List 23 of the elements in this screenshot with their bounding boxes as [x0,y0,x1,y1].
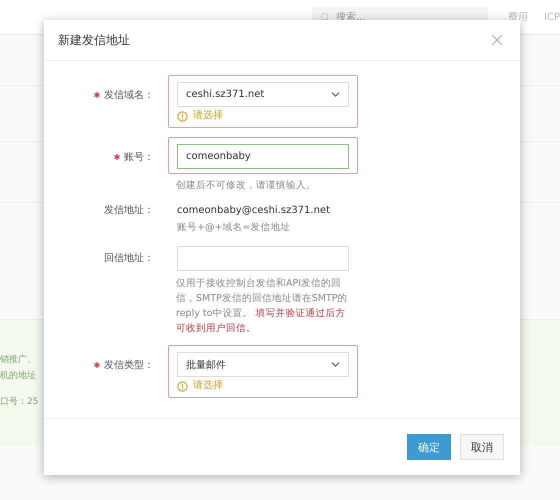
warning-icon [177,380,188,392]
error-message: 请选择 [193,379,223,393]
notice-text: 销推广、 [0,354,36,366]
cancel-button[interactable]: 取消 [460,434,504,460]
address-value: comeonbaby@ceshi.sz371.net [177,204,331,218]
notice-text: 口号：25 [0,396,38,408]
field-hint: 创建后不可修改，请谨慎输入。 [175,179,317,193]
error-message: 请选择 [193,109,223,123]
field-label: 发信地址： [104,204,154,216]
input-field[interactable] [177,246,349,271]
field-label: 账号： [124,150,154,164]
select-field[interactable]: 批量邮件 [177,352,349,377]
field-label: 回信地址： [104,252,154,264]
dialog-title: 新建发信地址 [58,32,130,48]
warning-icon [177,110,188,122]
field-label: 发信类型： [104,358,154,372]
input-field[interactable]: comeonbaby [177,144,349,169]
search-icon [320,12,330,22]
field-label: 发信域名： [104,88,154,102]
field-hint: 仅用于接收控制台发信和API发信的回信，SMTP发信的回信地址请在SMTP的reply to中设置。 填写并验证通过后方可收到用户回信。 [175,277,349,336]
field-hint: 账号+@+域名=发信地址 [177,221,292,235]
select-field[interactable]: ceshi.sz371.net [177,82,349,107]
notice-text: 机的地址 [0,370,36,382]
